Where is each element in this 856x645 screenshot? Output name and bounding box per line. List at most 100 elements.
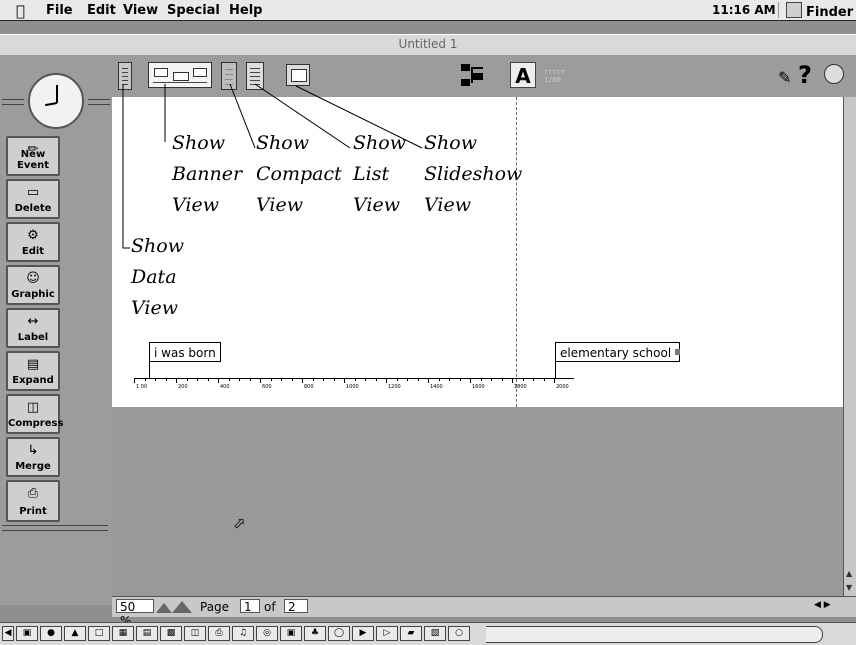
ruler-minor-tick [397,378,398,381]
menu-special[interactable]: Special [167,3,220,18]
strip-item-6-icon[interactable]: ▤ [136,626,158,641]
strip-item-4-icon[interactable]: □ [88,626,110,641]
ruler-minor-tick [271,378,272,381]
ruler-minor-tick [281,378,282,381]
finder-icon [786,2,802,18]
ruler-minor-tick [481,378,482,381]
menu-edit[interactable]: Edit [87,3,116,18]
data-view-button[interactable] [118,62,132,90]
printer-icon: ⎙ [27,486,39,501]
ruler-settings-button[interactable]: rrrrr 1/00 [544,68,565,84]
print-button[interactable]: ⎙ Print [6,480,60,522]
ruler-minor-tick [418,378,419,381]
help-button[interactable]: ? [798,61,812,89]
resize-handle-icon[interactable] [675,349,681,355]
page-current-field[interactable]: 1 [240,599,260,614]
slideshow-view-button[interactable] [286,64,310,86]
annotation-banner-view: Show Banner View [172,132,243,216]
edit-label: Edit [21,246,45,257]
scroll-left-right-icon[interactable]: ◀ ▶ [814,600,831,610]
edit-button[interactable]: ⚙ Edit [6,222,60,262]
annotation-list-view: Show List View [353,132,406,216]
zoom-field[interactable]: 50 % [116,599,154,628]
compact-view-button[interactable] [221,62,237,90]
strip-item-14-icon[interactable]: ◯ [328,626,350,641]
ruler-tick [134,378,135,383]
mouse-pointer-icon: ⬀ [233,514,246,532]
web-button[interactable] [824,64,844,84]
ruler-minor-tick [250,378,251,381]
tree-layout-button[interactable] [461,64,483,86]
strip-item-19-icon[interactable]: ○ [448,626,470,641]
strip-item-16-icon[interactable]: ▷ [376,626,398,641]
delete-button[interactable]: ▭ Delete [6,179,60,219]
ruler-tick-label: 1 00 [136,384,148,390]
menu-help[interactable]: Help [229,3,262,18]
ruler-tick-label: 2000 [556,384,569,390]
strip-item-17-icon[interactable]: ▰ [400,626,422,641]
window-title: Untitled 1 [398,37,458,51]
font-button[interactable]: A [510,62,536,88]
new-event-button[interactable]: ✏ New Event [6,136,60,176]
vertical-scrollbar[interactable]: ▲ ▼ [843,97,856,596]
menubar-clock[interactable]: 11:16 AM [712,3,776,17]
strip-item-12-icon[interactable]: ▣ [280,626,302,641]
delete-label: Delete [14,203,52,214]
of-label: of [264,600,276,614]
strip-item-9-icon[interactable]: ⎙ [208,626,230,641]
tool-sidebar: ✏ New Event ▭ Delete ⚙ Edit ☺ Graphic ↔ … [0,55,112,605]
status-bar: 50 % Page 1 of 2 ◀ ▶ [112,596,856,628]
strip-item-15-icon[interactable]: ▶ [352,626,374,641]
graphic-label: Graphic [11,289,55,300]
ruler-tick-label: 1200 [388,384,401,390]
event-elementary-school[interactable]: elementary school [555,342,681,362]
menu-view[interactable]: View [123,3,158,18]
event-i-was-born[interactable]: i was born [149,342,221,362]
expand-button[interactable]: ▤ Expand [6,351,60,391]
strip-speaker-icon[interactable]: ♫ [232,626,254,641]
zoom-mountains-icon[interactable] [156,600,196,613]
ruler-minor-tick [355,378,356,381]
graphic-button[interactable]: ☺ Graphic [6,265,60,305]
ruler-tick [386,378,387,383]
strip-item-18-icon[interactable]: ▧ [424,626,446,641]
ruler-tick [428,378,429,383]
strip-item-3-icon[interactable]: ▲ [64,626,86,641]
strip-item-8-icon[interactable]: ◫ [184,626,206,641]
page-label: Page [200,600,230,614]
strip-item-7-icon[interactable]: ▩ [160,626,182,641]
strip-item-1-icon[interactable]: ▣ [16,626,38,641]
menu-file[interactable]: File [46,3,73,18]
strip-collapse-icon[interactable]: ◀ [2,626,14,641]
list-view-button[interactable] [246,62,264,90]
annotation-data-view: Show Data View [131,235,184,319]
control-strip-tail[interactable] [486,626,823,643]
merge-button[interactable]: ↳ Merge [6,437,60,477]
label-button[interactable]: ↔ Label [6,308,60,348]
apple-menu-icon[interactable]:  [16,2,25,20]
ruler-minor-tick [239,378,240,381]
window-title-bar[interactable]: Untitled 1 [0,34,856,56]
ruler-tick [554,378,555,383]
ruler-minor-tick [365,378,366,381]
banner-view-button[interactable] [148,62,212,88]
ruler-tick-label: 600 [262,384,272,390]
document-button[interactable]: ✎ [778,68,791,87]
application-menu[interactable]: Finder [786,2,853,20]
strip-item-2-icon[interactable]: ● [40,626,62,641]
strip-item-13-icon[interactable]: ♣ [304,626,326,641]
strip-item-11-icon[interactable]: ◎ [256,626,278,641]
strip-item-5-icon[interactable]: ▦ [112,626,134,641]
font-a-icon: A [515,64,531,88]
ruler-tick-label: 1600 [472,384,485,390]
event-label: elementary school [560,346,672,360]
clock-icon [28,73,84,129]
scroll-down-arrow-icon[interactable]: ▼ [846,583,852,592]
scroll-up-arrow-icon[interactable]: ▲ [846,569,852,578]
compress-button[interactable]: ◫ Compress [6,394,64,434]
ruler-minor-tick [313,378,314,381]
application-name: Finder [806,5,854,20]
ruler-icon: rrrrr 1/00 [544,68,566,84]
compress-label: Compress [8,418,64,429]
expand-icon: ▤ [26,357,40,372]
